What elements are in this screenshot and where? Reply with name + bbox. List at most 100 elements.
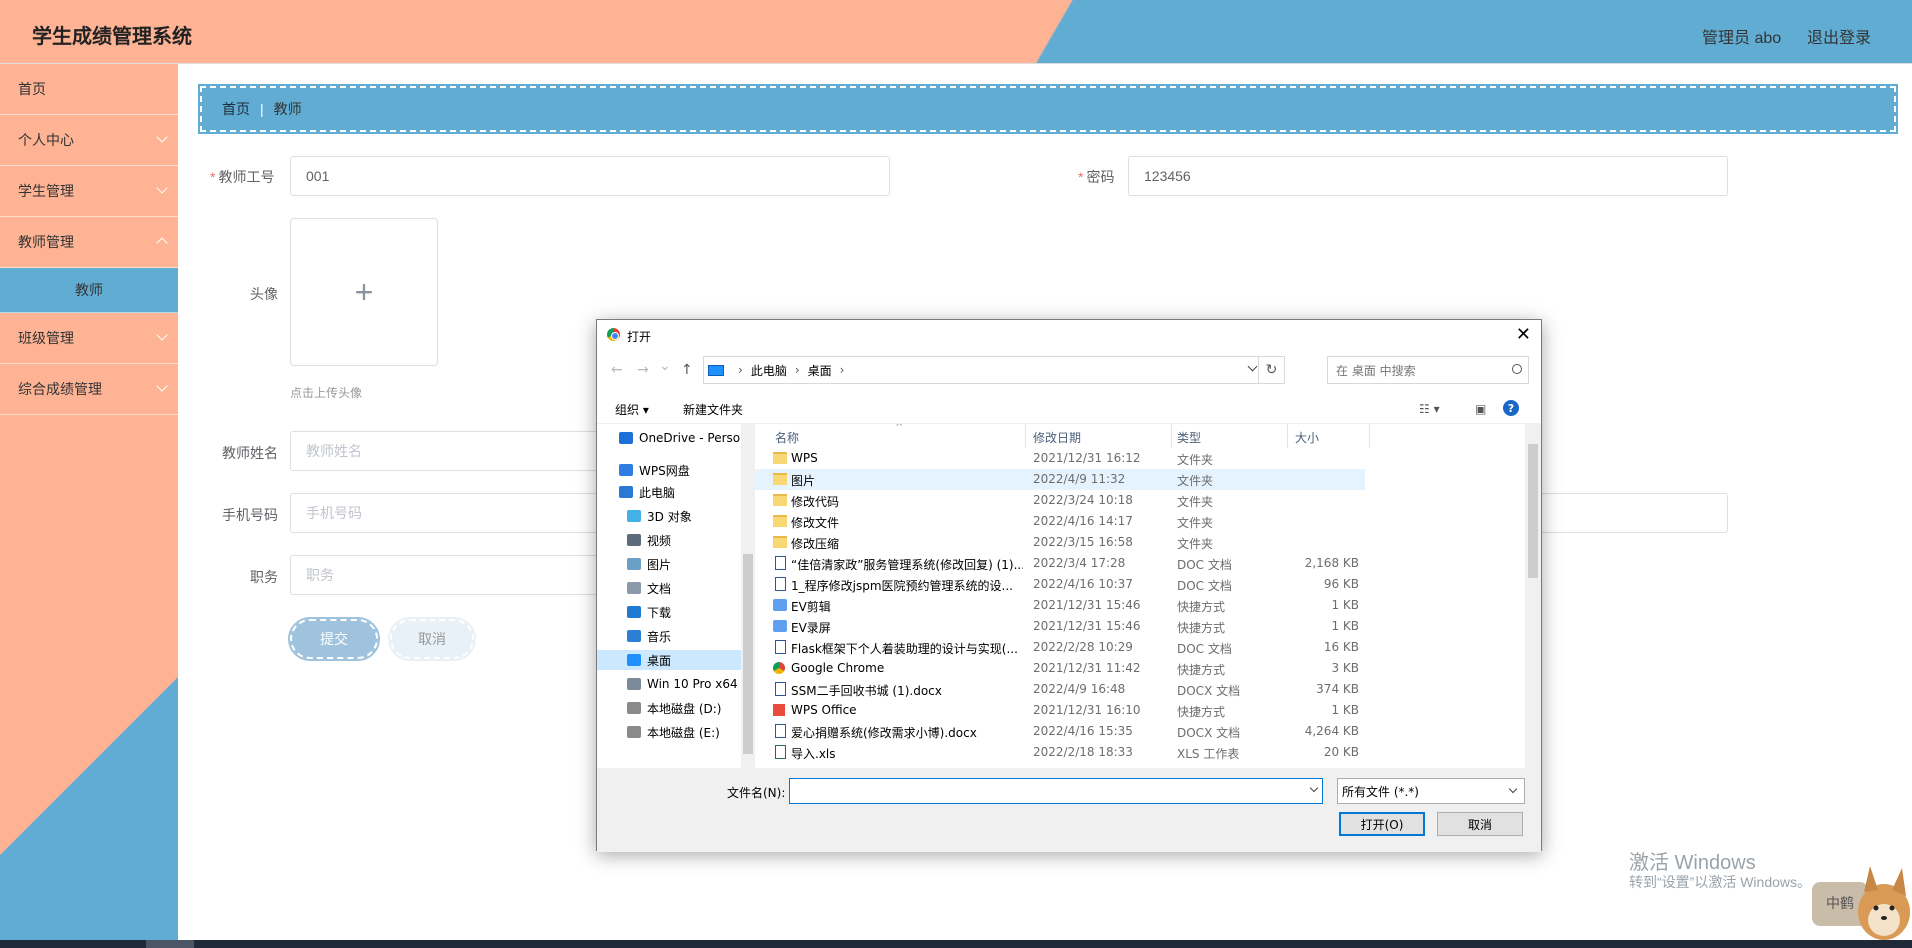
dialog-cancel-button[interactable]: 取消	[1437, 812, 1523, 836]
close-icon[interactable]: ✕	[1516, 324, 1531, 345]
tree-item[interactable]: OneDrive - Perso	[597, 428, 741, 448]
scrollbar-thumb[interactable]	[743, 554, 753, 754]
sidebar-item-profile[interactable]: 个人中心	[0, 115, 178, 166]
column-date[interactable]: 修改日期	[1033, 429, 1081, 446]
file-date: 2022/2/28 10:29	[1033, 640, 1133, 654]
sidebar-item-teachers[interactable]: 教师管理	[0, 217, 178, 268]
help-icon[interactable]: ?	[1503, 400, 1519, 416]
scrollbar-thumb[interactable]	[1528, 444, 1538, 578]
sidebar-subitem-teacher[interactable]: 教师	[0, 268, 178, 313]
filename-input[interactable]	[789, 778, 1323, 804]
new-folder-button[interactable]: 新建文件夹	[683, 401, 743, 418]
filetype-select[interactable]: 所有文件 (*.*)	[1337, 778, 1525, 804]
tree-item[interactable]: 音乐	[597, 626, 741, 646]
file-type: 文件夹	[1177, 516, 1214, 530]
tree-scrollbar[interactable]	[741, 424, 755, 768]
file-type: 文件夹	[1177, 453, 1214, 467]
tree-item-icon	[627, 702, 641, 714]
view-options-icon[interactable]: ☷ ▾	[1419, 402, 1440, 416]
column-name[interactable]: 名称	[775, 429, 799, 446]
file-size: 96 KB	[1323, 577, 1359, 591]
organize-menu[interactable]: 组织 ▾	[615, 401, 649, 418]
tree-item[interactable]: 桌面	[597, 650, 741, 670]
cancel-button[interactable]: 取消	[388, 617, 476, 661]
path-separator-icon: ›	[839, 363, 845, 377]
address-bar[interactable]: › 此电脑 › 桌面 › ↻	[703, 356, 1285, 384]
open-button[interactable]: 打开(O)	[1339, 812, 1425, 836]
back-arrow-icon[interactable]: ←	[611, 362, 623, 378]
chevron-down-icon[interactable]	[1247, 361, 1258, 372]
file-row[interactable]: “佳倍清家政”服务管理系统(修改回复) (1)... 2022/3/4 17:28…	[755, 553, 1365, 574]
avatar-upload-button[interactable]: +	[290, 218, 438, 366]
file-row[interactable]: 修改文件 2022/4/16 14:17 文件夹	[755, 511, 1365, 532]
tree-item-icon	[627, 678, 641, 690]
sidebar-item-home[interactable]: 首页	[0, 64, 178, 115]
chevron-up-icon	[156, 237, 168, 249]
breadcrumb-home[interactable]: 首页	[222, 99, 250, 119]
tree-item-label: 本地磁盘 (D:)	[647, 701, 722, 716]
open-file-dialog: 打开 ✕ ← → ⌄ ↑ › 此电脑 › 桌面 › ↻ 在 桌面 中搜索 组织 …	[596, 319, 1542, 852]
top-header: 学生成绩管理系统 管理员 abo 退出登录	[0, 0, 1912, 64]
sidebar-item-students[interactable]: 学生管理	[0, 166, 178, 217]
tree-item-icon	[627, 534, 641, 546]
file-row[interactable]: 图片 2022/4/9 11:32 文件夹	[755, 469, 1365, 490]
tree-item-icon	[619, 486, 633, 498]
submit-button[interactable]: 提交	[288, 617, 380, 661]
sidebar-item-classes[interactable]: 班级管理	[0, 313, 178, 364]
file-row[interactable]: WPS Office 2021/12/31 16:10 快捷方式 1 KB	[755, 700, 1365, 721]
sidebar-item-scores[interactable]: 综合成绩管理	[0, 364, 178, 415]
path-desktop[interactable]: 桌面	[808, 362, 832, 379]
tree-item[interactable]: 3D 对象	[597, 506, 741, 526]
recent-locations-icon[interactable]: ⌄	[659, 358, 671, 374]
tree-item[interactable]: 此电脑	[597, 482, 741, 502]
up-arrow-icon[interactable]: ↑	[681, 362, 693, 378]
taskbar-item[interactable]	[146, 940, 194, 948]
file-row[interactable]: WPS 2021/12/31 16:12 文件夹	[755, 448, 1365, 469]
logout-link[interactable]: 退出登录	[1807, 24, 1871, 48]
tree-item[interactable]: 下载	[597, 602, 741, 622]
file-row[interactable]: SSM二手回收书城 (1).docx 2022/4/9 16:48 DOCX 文档 3…	[755, 679, 1365, 700]
file-row[interactable]: 1_程序修改jspm医院预约管理系统的设... 2022/4/16 10:37 DO…	[755, 574, 1365, 595]
file-type: DOC 文档	[1177, 558, 1232, 572]
tree-item-icon	[619, 432, 633, 444]
file-row[interactable]: 爱心捐赠系统(修改需求小博).docx 2022/4/16 15:35 DOCX 文…	[755, 721, 1365, 742]
preview-pane-icon[interactable]: ▣	[1475, 402, 1486, 416]
folder-icon	[773, 494, 787, 506]
file-name: EV录屏	[791, 621, 831, 635]
column-size[interactable]: 大小	[1295, 429, 1319, 446]
file-date: 2021/12/31 15:46	[1033, 598, 1141, 612]
tree-item[interactable]: 图片	[597, 554, 741, 574]
file-size: 1 KB	[1331, 619, 1359, 633]
file-list-scrollbar[interactable]	[1525, 424, 1541, 768]
file-type: DOCX 文档	[1177, 726, 1241, 740]
teacher-id-input[interactable]: 001	[290, 156, 890, 196]
search-input[interactable]: 在 桌面 中搜索	[1327, 356, 1529, 384]
file-row[interactable]: EV录屏 2021/12/31 15:46 快捷方式 1 KB	[755, 616, 1365, 637]
file-list: 名称 ^ 修改日期 类型 大小 WPS 2021/12/31 16:12 文件夹 图片…	[755, 424, 1525, 768]
tree-item[interactable]: Win 10 Pro x64	[597, 674, 741, 694]
file-size: 20 KB	[1323, 745, 1359, 759]
forward-arrow-icon[interactable]: →	[637, 362, 649, 378]
tree-item-label: 音乐	[647, 629, 672, 644]
file-row[interactable]: Google Chrome 2021/12/31 11:42 快捷方式 3 KB	[755, 658, 1365, 679]
tree-item[interactable]: 本地磁盘 (D:)	[597, 698, 741, 718]
tree-item[interactable]: WPS网盘	[597, 460, 741, 480]
dialog-navbar: ← → ⌄ ↑ › 此电脑 › 桌面 › ↻ 在 桌面 中搜索	[597, 350, 1541, 392]
tree-item[interactable]: 视频	[597, 530, 741, 550]
column-type[interactable]: 类型	[1177, 429, 1201, 446]
file-date: 2022/4/9 16:48	[1033, 682, 1126, 696]
file-row[interactable]: EV剪辑 2021/12/31 15:46 快捷方式 1 KB	[755, 595, 1365, 616]
tree-item-label: 桌面	[647, 653, 672, 668]
file-row[interactable]: Flask框架下个人着装助理的设计与实现(... 2022/2/28 10:29 D…	[755, 637, 1365, 658]
tree-item[interactable]: 本地磁盘 (E:)	[597, 722, 741, 742]
password-input[interactable]: 123456	[1128, 156, 1728, 196]
refresh-icon[interactable]: ↻	[1258, 357, 1284, 383]
sidebar-item-label: 班级管理	[18, 330, 74, 346]
file-row[interactable]: 导入.xls 2022/2/18 18:33 XLS 工作表 20 KB	[755, 742, 1365, 763]
path-this-pc[interactable]: 此电脑	[751, 362, 787, 379]
position-label: 职务	[250, 569, 278, 585]
tree-item[interactable]: 文档	[597, 578, 741, 598]
chrome-icon	[607, 328, 620, 341]
file-row[interactable]: 修改压缩 2022/3/15 16:58 文件夹	[755, 532, 1365, 553]
file-row[interactable]: 修改代码 2022/3/24 10:18 文件夹	[755, 490, 1365, 511]
